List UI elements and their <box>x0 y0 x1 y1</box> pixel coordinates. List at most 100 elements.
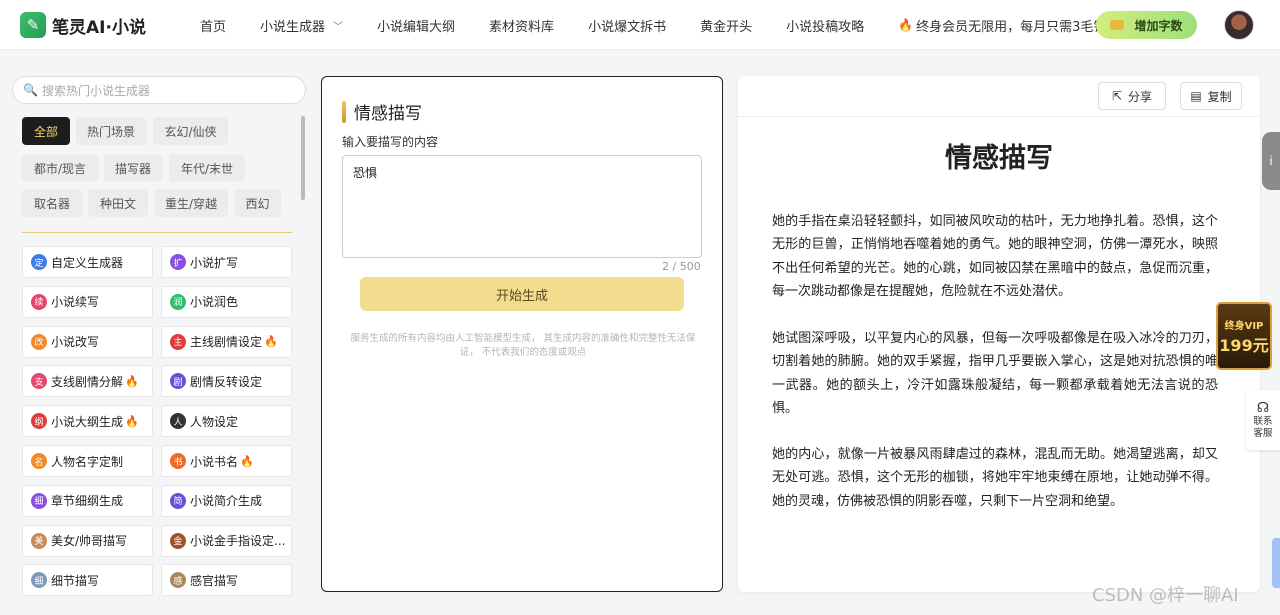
sidebar-divider <box>22 232 292 233</box>
tool-icon: 润 <box>170 293 186 310</box>
main-nav: 首页 小说生成器 ﹀ 小说编辑大纲 素材资料库 小说爆文拆书 黄金开头 小说投稿… <box>200 0 1140 50</box>
tool-item[interactable]: 续小说续写 <box>22 285 153 318</box>
category-western[interactable]: 西幻 <box>234 189 281 217</box>
nav-material-library[interactable]: 素材资料库 <box>489 16 554 35</box>
output-panel: ⇱ 分享 ▤ 复制 情感描写 她的手指在桌沿轻轻颤抖，如同被风吹动的枯叶，无力地… <box>738 76 1260 592</box>
tool-label: 小说金手指设定... <box>190 534 286 549</box>
search-input[interactable]: 🔍 搜索热门小说生成器 <box>12 76 306 104</box>
char-counter: 2 / 500 <box>662 260 701 273</box>
brand-logo[interactable]: ✎ 笔灵AI·小说 <box>20 12 146 38</box>
tool-icon: 细 <box>31 572 47 589</box>
tool-item[interactable]: 书小说书名 🔥 <box>161 445 292 477</box>
vip-line-1: 终身VIP <box>1224 320 1264 332</box>
tool-label: 美女/帅哥描写 <box>51 534 128 549</box>
chevron-down-icon: ﹀ <box>333 21 344 33</box>
contact-service-button[interactable]: ☊ 联系客服 <box>1246 390 1280 450</box>
nav-novel-generator[interactable]: 小说生成器 ﹀ <box>260 16 343 35</box>
category-urban[interactable]: 都市/现言 <box>22 154 98 182</box>
tool-icon: 续 <box>31 293 47 310</box>
category-naming[interactable]: 取名器 <box>22 189 82 217</box>
category-fantasy[interactable]: 玄幻/仙侠 <box>153 117 228 145</box>
tool-label: 章节细纲生成 <box>51 494 124 509</box>
tool-label: 自定义生成器 <box>51 255 124 270</box>
promo-text: 终身会员无限用，每月只需3毛钱 <box>916 19 1107 35</box>
edge-scroll-indicator[interactable] <box>1272 538 1280 588</box>
fire-icon: 🔥 <box>264 335 278 349</box>
output-paragraph-2: 她试图深呼吸，以平复内心的风暴，但每一次呼吸都像是在吸入冰冷的刀刃，切割着她的肺… <box>772 331 1218 416</box>
tool-icon: 书 <box>170 453 186 469</box>
coin-icon <box>1110 20 1125 30</box>
tool-item[interactable]: 细章节细纲生成 <box>22 484 153 517</box>
content-input[interactable]: 恐惧 <box>342 155 702 258</box>
nav-outline-editor[interactable]: 小说编辑大纲 <box>377 16 455 35</box>
tool-item[interactable]: 纲小说大纲生成 🔥 <box>22 405 153 438</box>
tool-label: 主线剧情设定 <box>190 335 263 350</box>
output-title: 情感描写 <box>945 143 1053 174</box>
tool-item[interactable]: 剧剧情反转设定 <box>161 365 292 398</box>
nav-promo[interactable]: 🔥 终身会员无限用，每月只需3毛钱 <box>898 16 1106 35</box>
tool-icon: 细 <box>31 492 47 509</box>
category-hot-scenes[interactable]: 热门场景 <box>76 117 146 145</box>
tool-item[interactable]: 主主线剧情设定 🔥 <box>161 325 292 358</box>
tool-item[interactable]: 定自定义生成器 <box>22 246 153 278</box>
tool-item[interactable]: 美美女/帅哥描写 <box>22 524 153 557</box>
tool-icon: 简 <box>170 492 186 509</box>
share-label: 分享 <box>1128 89 1153 104</box>
nav-home[interactable]: 首页 <box>200 16 226 35</box>
sidebar-scrollbar[interactable] <box>301 116 305 200</box>
brand-name: 笔灵AI·小说 <box>52 17 146 38</box>
service-label: 联系客服 <box>1253 416 1273 439</box>
avatar[interactable] <box>1224 10 1254 40</box>
tool-item[interactable]: 支支线剧情分解 🔥 <box>22 365 153 398</box>
nav-book-breakdown[interactable]: 小说爆文拆书 <box>588 16 666 35</box>
share-button[interactable]: ⇱ 分享 <box>1098 82 1166 110</box>
tool-label: 剧情反转设定 <box>190 374 263 389</box>
tool-label: 支线剧情分解 <box>51 374 124 389</box>
side-handle[interactable]: ⅰ <box>1262 132 1280 190</box>
headset-icon: ☊ <box>1256 400 1270 416</box>
fire-icon: 🔥 <box>898 18 914 32</box>
feather-icon: ✎ <box>20 12 46 38</box>
search-icon: 🔍 <box>23 83 38 97</box>
nav-golden-opening[interactable]: 黄金开头 <box>700 16 752 35</box>
category-all[interactable]: 全部 <box>22 117 70 145</box>
tool-label: 小说改写 <box>51 335 100 350</box>
vip-promo-badge[interactable]: 终身VIP 199元 <box>1216 302 1272 370</box>
output-paragraph-1: 她的手指在桌沿轻轻颤抖，如同被风吹动的枯叶，无力地挣扎着。恐惧，这个无形的巨兽，… <box>772 214 1218 299</box>
copy-button[interactable]: ▤ 复制 <box>1180 82 1242 110</box>
tool-item[interactable]: 人人物设定 <box>161 405 292 438</box>
tool-label: 人物名字定制 <box>51 454 124 469</box>
nav-submission-guide[interactable]: 小说投稿攻略 <box>786 16 864 35</box>
tool-label: 小说润色 <box>190 295 239 310</box>
generate-button[interactable]: 开始生成 <box>360 277 684 311</box>
category-era[interactable]: 年代/末世 <box>169 154 245 182</box>
category-farming[interactable]: 种田文 <box>88 189 148 217</box>
tool-item[interactable]: 扩小说扩写 <box>161 246 292 278</box>
tool-label: 小说简介生成 <box>190 494 263 509</box>
tool-item[interactable]: 润小说润色 <box>161 285 292 318</box>
add-words-label: 增加字数 <box>1134 18 1183 33</box>
info-icon: ⅰ <box>1269 154 1273 168</box>
tool-item[interactable]: 简小说简介生成 <box>161 484 292 517</box>
category-rebirth[interactable]: 重生/穿越 <box>154 189 228 217</box>
output-divider <box>738 116 1260 117</box>
share-icon: ⇱ <box>1111 89 1123 103</box>
tool-label: 人物设定 <box>190 414 239 429</box>
tool-item[interactable]: 感感官描写 <box>161 564 292 597</box>
add-words-button[interactable]: 增加字数 <box>1096 11 1197 39</box>
tool-icon: 人 <box>170 413 186 430</box>
disclaimer-text: 服务生成的所有内容均由人工智能模型生成， 其生成内容的准确性和完整性无法保证， … <box>350 333 696 358</box>
tool-label: 小说扩写 <box>190 255 239 270</box>
tool-item[interactable]: 细细节描写 <box>22 564 153 597</box>
watermark: CSDN @梓一聊AI <box>1092 585 1239 606</box>
tool-icon: 剧 <box>170 373 186 390</box>
editor-title: 情感描写 <box>342 99 422 124</box>
tool-item[interactable]: 金小说金手指设定... <box>161 524 292 557</box>
tool-item[interactable]: 名人物名字定制 <box>22 445 153 477</box>
copy-label: 复制 <box>1207 89 1232 104</box>
title-accent-bar <box>342 100 346 123</box>
tool-label: 感官描写 <box>190 573 239 588</box>
tool-item[interactable]: 改小说改写 <box>22 325 153 358</box>
category-describer[interactable]: 描写器 <box>104 154 162 182</box>
nav-novel-generator-label: 小说生成器 <box>260 19 326 35</box>
